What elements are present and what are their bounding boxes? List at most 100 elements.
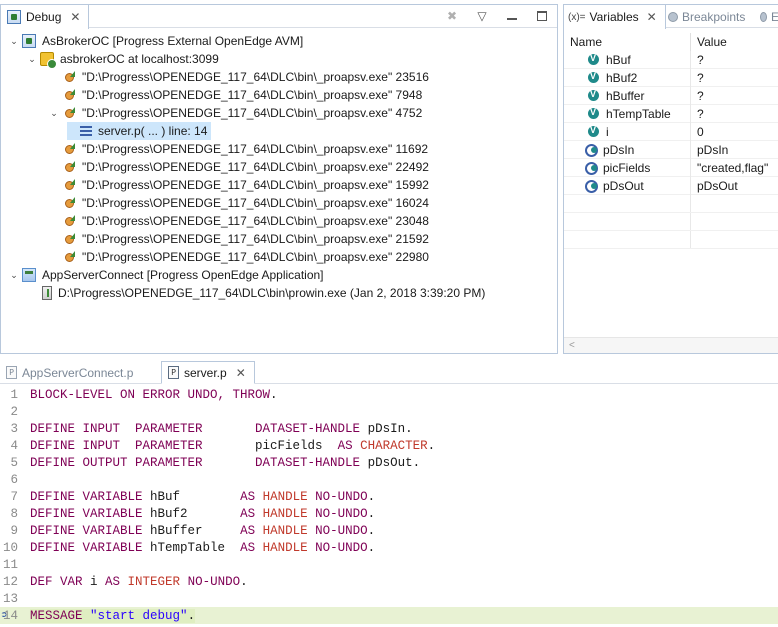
tab-appserverconnect[interactable]: P AppServerConnect.p — [0, 361, 141, 384]
variable-row[interactable]: hBuf? — [564, 50, 778, 69]
code-token: pDsOut. — [360, 455, 421, 470]
code-line[interactable]: 6 — [0, 471, 778, 488]
code-token: INTEGER — [127, 574, 181, 589]
tab-truncated[interactable]: E — [760, 5, 778, 29]
tab-debug-label: Debug — [26, 10, 62, 24]
debug-tree-item[interactable]: D:\Progress\OPENEDGE_117_64\DLC\bin\prow… — [27, 284, 485, 302]
variable-value[interactable]: "created,flag" — [691, 161, 778, 175]
code-line[interactable]: 13 — [0, 590, 778, 607]
debug-tree-item-label: "D:\Progress\OPENEDGE_117_64\DLC\bin\_pr… — [82, 142, 429, 156]
code-token: AS — [240, 540, 263, 555]
variable-value[interactable]: ? — [691, 53, 778, 67]
variable-row[interactable]: pDsOut pDsOut — [564, 176, 778, 195]
minimize-icon[interactable] — [505, 9, 519, 23]
debug-view-toolbar: ✖ ▽ — [445, 9, 549, 23]
tab-debug[interactable]: Debug ✕ — [1, 5, 90, 29]
maximize-icon[interactable] — [535, 9, 549, 23]
variable-row[interactable]: picFields "created,flag" — [564, 158, 778, 177]
column-header-value[interactable]: Value — [691, 33, 778, 51]
variable-name-cell: picFields — [564, 158, 691, 177]
code-token: NO-UNDO — [180, 574, 241, 589]
code-line[interactable]: 10 DEFINE VARIABLE hTempTable AS HANDLE N… — [0, 539, 778, 556]
view-menu-icon[interactable]: ▽ — [475, 9, 489, 23]
horizontal-scrollbar[interactable]: < — [564, 337, 778, 353]
instruction-pointer-icon: ➲ — [1, 611, 8, 622]
code-token: DEFINE VARIABLE — [30, 540, 143, 555]
code-token: HANDLE — [262, 489, 308, 504]
chevron-down-icon[interactable]: ⌄ — [49, 108, 59, 119]
variable-name: hTempTable — [606, 106, 671, 121]
line-number: 4 — [10, 438, 18, 453]
variable-row[interactable]: i0 — [564, 122, 778, 141]
variable-value[interactable]: pDsIn — [691, 143, 778, 157]
empty-row — [564, 231, 778, 249]
debug-tree-item[interactable]: "D:\Progress\OPENEDGE_117_64\DLC\bin\_pr… — [49, 194, 429, 212]
variable-name-cell: pDsOut — [564, 176, 691, 195]
variable-row[interactable]: hBuffer? — [564, 86, 778, 105]
debug-tree-item[interactable]: ⌄ "D:\Progress\OPENEDGE_117_64\DLC\bin\_p… — [49, 104, 422, 122]
debug-tree-item[interactable]: "D:\Progress\OPENEDGE_117_64\DLC\bin\_pr… — [49, 68, 429, 86]
close-icon[interactable]: ✕ — [70, 10, 80, 24]
debug-tree-item[interactable]: "D:\Progress\OPENEDGE_117_64\DLC\bin\_pr… — [49, 176, 429, 194]
column-header-name[interactable]: Name — [564, 33, 691, 51]
code-token: HANDLE — [262, 540, 308, 555]
debug-tree-item-label: "D:\Progress\OPENEDGE_117_64\DLC\bin\_pr… — [82, 250, 429, 264]
code-token: NO-UNDO — [307, 489, 368, 504]
variable-value[interactable]: ? — [691, 107, 778, 121]
debug-tree-item[interactable]: "D:\Progress\OPENEDGE_117_64\DLC\bin\_pr… — [49, 248, 429, 266]
variables-view-tabbar: (x)= Variables ✕ Breakpoints E — [564, 4, 778, 29]
debug-tree-item[interactable]: "D:\Progress\OPENEDGE_117_64\DLC\bin\_pr… — [49, 158, 429, 176]
scroll-left-arrow-icon[interactable]: < — [569, 340, 575, 351]
chevron-down-icon[interactable]: ⌄ — [9, 270, 19, 281]
code-line[interactable]: 3 DEFINE INPUT PARAMETER DATASET-HANDLE p… — [0, 420, 778, 437]
debug-tree-item[interactable]: "D:\Progress\OPENEDGE_117_64\DLC\bin\_pr… — [49, 86, 422, 104]
chevron-down-icon[interactable]: ⌄ — [9, 36, 19, 47]
debug-tree-item[interactable]: "D:\Progress\OPENEDGE_117_64\DLC\bin\_pr… — [49, 140, 428, 158]
line-number: 1 — [10, 387, 18, 402]
code-line[interactable]: 4 DEFINE INPUT PARAMETER picFields AS CHA… — [0, 437, 778, 454]
code-line[interactable]: 9 DEFINE VARIABLE hBuffer AS HANDLE NO-UN… — [0, 522, 778, 539]
variable-row[interactable]: hBuf2? — [564, 68, 778, 87]
close-icon[interactable]: ✕ — [236, 366, 246, 380]
code-line[interactable]: 12 DEF VAR i AS INTEGER NO-UNDO. — [0, 573, 778, 590]
code-line[interactable]: 1 BLOCK-LEVEL ON ERROR UNDO, THROW. — [0, 386, 778, 403]
debug-view: Debug ✕ ✖ ▽ ⌄ AsBrokerOC [Progress Extern… — [0, 4, 558, 354]
code-line[interactable]: 11 — [0, 556, 778, 573]
code-line[interactable]: 8 DEFINE VARIABLE hBuf2 AS HANDLE NO-UNDO… — [0, 505, 778, 522]
variable-value[interactable]: ? — [691, 71, 778, 85]
chevron-down-icon[interactable]: ⌄ — [27, 54, 37, 65]
debug-tree-item[interactable]: ⌄ AppServerConnect [Progress OpenEdge App… — [9, 266, 324, 284]
variable-value[interactable]: ? — [691, 89, 778, 103]
code-line[interactable]: 5 DEFINE OUTPUT PARAMETER DATASET-HANDLE … — [0, 454, 778, 471]
debug-tree-item[interactable]: "D:\Progress\OPENEDGE_117_64\DLC\bin\_pr… — [49, 212, 429, 230]
debug-icon — [7, 10, 21, 24]
current-code-line[interactable]: ➲ 14 MESSAGE "start debug". — [0, 607, 778, 624]
tab-breakpoints[interactable]: Breakpoints — [668, 5, 745, 29]
thread-running-icon — [64, 71, 76, 83]
code-line[interactable]: 7 DEFINE VARIABLE hBuf AS HANDLE NO-UNDO. — [0, 488, 778, 505]
variable-name: picFields — [603, 160, 651, 175]
debug-tree-item-label: "D:\Progress\OPENEDGE_117_64\DLC\bin\_pr… — [82, 196, 429, 210]
line-number: 10 — [2, 540, 18, 555]
code-token: . — [187, 608, 196, 623]
variable-name: hBuffer — [606, 88, 645, 103]
debug-tree-item[interactable]: ⌄ AsBrokerOC [Progress External OpenEdge … — [9, 32, 303, 50]
remove-terminated-icon[interactable]: ✖ — [445, 9, 459, 23]
variable-row[interactable]: hTempTable? — [564, 104, 778, 123]
close-icon[interactable]: ✕ — [647, 10, 657, 24]
code-line[interactable]: 2 — [0, 403, 778, 420]
tab-server-p[interactable]: P server.p ✕ — [161, 361, 255, 384]
variable-name: hBuf — [606, 52, 631, 67]
thread-running-icon — [64, 233, 76, 245]
parameter-icon — [585, 180, 599, 193]
debug-tree-item-label: D:\Progress\OPENEDGE_117_64\DLC\bin\prow… — [58, 286, 486, 300]
variable-row[interactable]: pDsIn pDsIn — [564, 140, 778, 159]
code-text: DEFINE VARIABLE hTempTable AS HANDLE NO-… — [30, 541, 375, 555]
stack-frame-row[interactable]: server.p( ... ) line: 14 — [67, 122, 212, 140]
debug-tree-item[interactable]: "D:\Progress\OPENEDGE_117_64\DLC\bin\_pr… — [49, 230, 429, 248]
variable-value[interactable]: pDsOut — [691, 179, 778, 193]
variable-value[interactable]: 0 — [691, 125, 778, 139]
debug-tree-item[interactable]: ⌄ asbrokerOC at localhost:3099 — [27, 50, 219, 69]
code-token: picFields — [202, 438, 338, 453]
tab-variables[interactable]: (x)= Variables ✕ — [564, 5, 666, 29]
